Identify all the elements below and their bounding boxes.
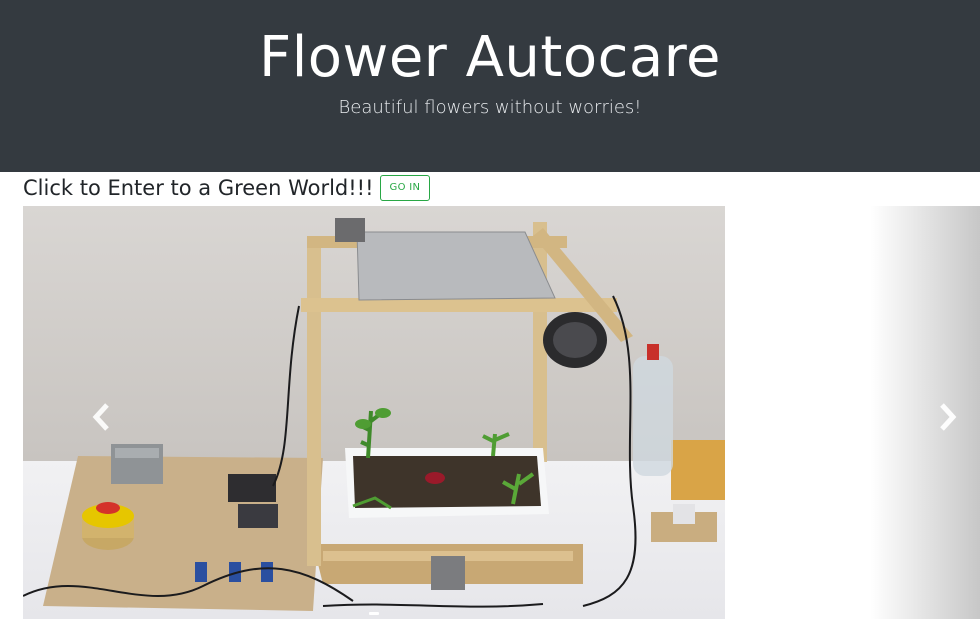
cta-text: Click to Enter to a Green World!!!: [23, 176, 374, 200]
slide-image: [23, 206, 725, 619]
carousel-next-button[interactable]: [932, 402, 962, 432]
cta-row: Click to Enter to a Green World!!! GO IN: [23, 172, 431, 204]
next-slide-shade: [870, 206, 980, 619]
carousel-indicator[interactable]: [369, 612, 379, 615]
go-in-button[interactable]: GO IN: [379, 175, 431, 201]
site-subtitle: Beautiful flowers without worries!: [338, 97, 642, 118]
chevron-right-icon: [940, 403, 957, 431]
image-carousel: [23, 206, 980, 619]
carousel-prev-button[interactable]: [87, 402, 117, 432]
site-header: Flower Autocare Beautiful flowers withou…: [0, 0, 980, 172]
chevron-left-icon: [92, 403, 109, 431]
site-title: Flower Autocare: [259, 25, 721, 90]
carousel-indicators: [23, 612, 725, 615]
